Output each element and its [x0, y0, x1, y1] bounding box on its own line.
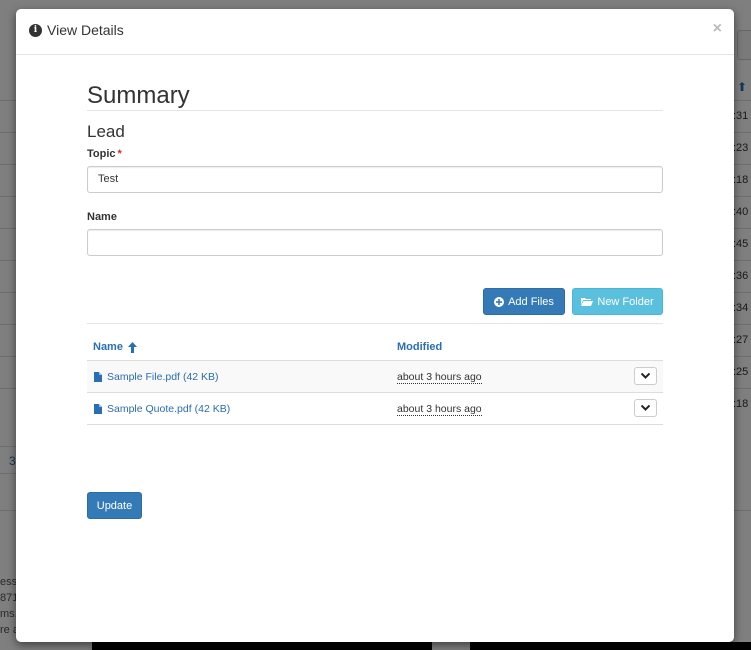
file-icon [94, 404, 102, 414]
files-table: Name Modified Sample File.pdf (42 KB) ab… [87, 333, 663, 425]
info-circle-icon: i [29, 23, 42, 37]
chevron-down-icon [641, 373, 650, 379]
folder-open-icon [581, 297, 594, 306]
required-marker: * [117, 148, 122, 160]
modal-header: i View Details × [16, 9, 734, 55]
file-size: (42 KB) [182, 371, 219, 383]
modal-title: i View Details [29, 22, 124, 38]
chevron-down-icon [641, 405, 650, 411]
modified-time: about 3 hours ago [397, 403, 482, 416]
file-icon [94, 372, 102, 382]
table-row: Sample Quote.pdf (42 KB) about 3 hours a… [87, 393, 663, 425]
new-folder-button[interactable]: New Folder [572, 288, 663, 315]
sort-ascending-icon [127, 341, 137, 353]
name-label: Name [87, 211, 117, 223]
name-column-label: Name [93, 341, 123, 353]
file-size: (42 KB) [194, 403, 231, 415]
close-button[interactable]: × [713, 21, 722, 37]
divider [87, 323, 663, 324]
add-files-label: Add Files [508, 295, 554, 308]
row-actions-dropdown[interactable] [634, 367, 657, 385]
topic-label: Topic * [87, 148, 122, 160]
file-name: Sample Quote.pdf [107, 403, 192, 415]
section-title: Summary [87, 83, 663, 111]
name-input[interactable] [87, 229, 663, 256]
file-name: Sample File.pdf [107, 371, 180, 383]
new-folder-label: New Folder [597, 295, 654, 308]
modal-title-text: View Details [47, 22, 124, 38]
row-actions-dropdown[interactable] [634, 399, 657, 417]
file-link[interactable]: Sample Quote.pdf (42 KB) [94, 403, 230, 415]
plus-circle-icon [494, 296, 505, 307]
name-column-header[interactable]: Name [93, 341, 137, 353]
entity-title: Lead [87, 122, 125, 141]
view-details-modal: i View Details × Summary Lead Topic * Tes… [16, 9, 734, 642]
table-row: Sample File.pdf (42 KB) about 3 hours ag… [87, 361, 663, 393]
file-link[interactable]: Sample File.pdf (42 KB) [94, 371, 219, 383]
modified-column-header[interactable]: Modified [397, 341, 442, 353]
topic-input[interactable]: Test [87, 166, 663, 193]
modified-time: about 3 hours ago [397, 371, 482, 384]
table-header: Name Modified [87, 333, 663, 361]
update-button[interactable]: Update [87, 492, 142, 519]
add-files-button[interactable]: Add Files [483, 288, 565, 315]
topic-label-text: Topic [87, 148, 116, 160]
